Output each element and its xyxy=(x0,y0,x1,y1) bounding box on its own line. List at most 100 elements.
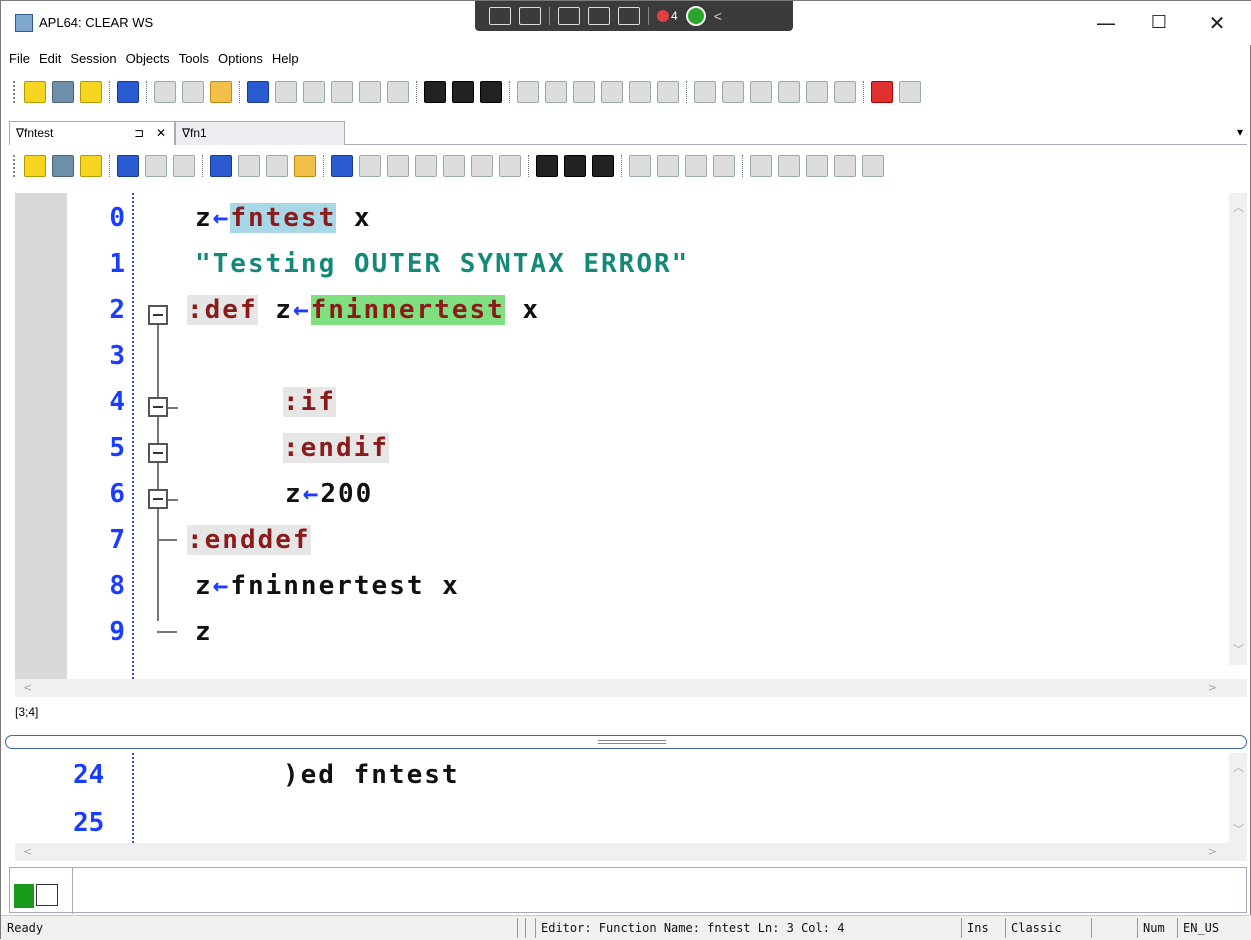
find-icon[interactable] xyxy=(536,155,558,177)
toolbar-grip[interactable] xyxy=(13,81,17,103)
save-icon[interactable] xyxy=(117,155,139,177)
sort-local-icon[interactable] xyxy=(713,155,735,177)
print-icon[interactable] xyxy=(117,81,139,103)
step-bottom-icon[interactable] xyxy=(722,81,744,103)
scroll-right-icon[interactable]: > xyxy=(1208,845,1217,858)
code-line-8[interactable]: z←fninnertest x xyxy=(195,563,460,609)
toolbar-grip[interactable] xyxy=(13,155,17,177)
close-tab-icon[interactable]: ✕ xyxy=(156,126,166,140)
undo-icon[interactable] xyxy=(247,81,269,103)
toggle-current-icon[interactable] xyxy=(545,81,567,103)
filter-icon[interactable] xyxy=(154,81,176,103)
paste-icon[interactable] xyxy=(359,81,381,103)
no-omega-icon[interactable] xyxy=(657,155,679,177)
fold-toggle-icon[interactable] xyxy=(148,489,168,509)
close-editor-icon[interactable] xyxy=(173,155,195,177)
undo-icon[interactable] xyxy=(331,155,353,177)
code-line-6[interactable]: z←200 xyxy=(285,471,373,517)
collapse-all-icon[interactable] xyxy=(806,155,828,177)
new-class-icon[interactable] xyxy=(52,155,74,177)
document-icon[interactable] xyxy=(266,155,288,177)
play-icon[interactable] xyxy=(899,81,921,103)
cut-icon[interactable] xyxy=(303,81,325,103)
new-namespace-icon[interactable] xyxy=(80,81,102,103)
step-down-icon[interactable] xyxy=(806,81,828,103)
enter-icon[interactable] xyxy=(14,884,34,908)
session-horizontal-scrollbar[interactable]: < > xyxy=(15,843,1247,861)
document-icon[interactable] xyxy=(182,81,204,103)
tab-fntest[interactable]: ∇fntest ⊐ ✕ xyxy=(9,121,175,145)
freeform-icon[interactable] xyxy=(558,7,580,25)
close-button[interactable]: ✕ xyxy=(1197,9,1237,37)
open-folder-icon[interactable] xyxy=(210,81,232,103)
collapse-current-icon[interactable] xyxy=(834,155,856,177)
redo-icon[interactable] xyxy=(359,155,381,177)
scroll-down-icon[interactable]: ﹀ xyxy=(1233,641,1244,657)
scroll-left-icon[interactable]: < xyxy=(23,845,32,858)
paste-icon[interactable] xyxy=(443,155,465,177)
fold-toggle-icon[interactable] xyxy=(148,443,168,463)
code-line-7[interactable]: :enddef xyxy=(187,517,311,563)
step-into-icon[interactable] xyxy=(750,81,772,103)
fullscreen-capture-icon[interactable] xyxy=(618,7,640,25)
status-insert-mode[interactable]: Ins xyxy=(967,921,989,935)
step-top-icon[interactable] xyxy=(694,81,716,103)
code-line-9[interactable]: z xyxy=(195,609,213,655)
toggle-current-icon[interactable] xyxy=(778,155,800,177)
step-up-icon[interactable] xyxy=(834,81,856,103)
menu-file[interactable]: File xyxy=(9,51,30,73)
editor-vertical-scrollbar[interactable]: ︿ ﹀ xyxy=(1229,193,1247,665)
expand-all-icon[interactable] xyxy=(862,155,884,177)
breakpoint-gutter[interactable] xyxy=(15,193,67,683)
collapse-arrow-icon[interactable]: < xyxy=(714,8,722,24)
fold-toggle-icon[interactable] xyxy=(148,305,168,325)
open-folder-icon[interactable] xyxy=(294,155,316,177)
record-badge[interactable]: 4 xyxy=(657,9,678,23)
maximize-button[interactable]: ☐ xyxy=(1139,9,1179,37)
save-as-icon[interactable] xyxy=(145,155,167,177)
spellcheck-icon[interactable] xyxy=(471,155,493,177)
find-next-icon[interactable] xyxy=(564,155,586,177)
select-all-icon[interactable] xyxy=(387,81,409,103)
find-next-icon[interactable] xyxy=(452,81,474,103)
find-previous-icon[interactable] xyxy=(480,81,502,103)
menu-session[interactable]: Session xyxy=(70,51,116,73)
fold-toggle-icon[interactable] xyxy=(148,397,168,417)
expand-current-icon[interactable] xyxy=(657,81,679,103)
scroll-up-icon[interactable]: ︿ xyxy=(1233,199,1244,215)
new-class-icon[interactable] xyxy=(52,81,74,103)
status-keyboard[interactable]: Classic xyxy=(1011,921,1062,935)
cut-icon[interactable] xyxy=(387,155,409,177)
copy-icon[interactable] xyxy=(331,81,353,103)
session-line[interactable]: )ed fntest xyxy=(283,755,460,795)
expand-input-icon[interactable] xyxy=(36,884,58,906)
step-out-icon[interactable] xyxy=(778,81,800,103)
window-capture-icon[interactable] xyxy=(588,7,610,25)
command-input-bar[interactable] xyxy=(9,867,1247,914)
session-vertical-scrollbar[interactable]: ︿ ﹀ xyxy=(1229,753,1247,843)
code-line-5[interactable]: :endif xyxy=(283,425,389,471)
tab-fn1[interactable]: ∇fn1 xyxy=(175,121,345,145)
pane-splitter[interactable] xyxy=(5,735,1247,749)
collapse-current-icon[interactable] xyxy=(601,81,623,103)
toggle-all-icon[interactable] xyxy=(750,155,772,177)
menu-objects[interactable]: Objects xyxy=(126,51,170,73)
pin-icon[interactable]: ⊐ xyxy=(134,126,144,140)
copy-icon[interactable] xyxy=(415,155,437,177)
code-line-0[interactable]: z←fntest x xyxy=(195,195,372,241)
check-icon[interactable] xyxy=(685,6,706,26)
splitter-grip[interactable] xyxy=(598,740,666,744)
omega-icon[interactable] xyxy=(629,155,651,177)
expand-all-icon[interactable] xyxy=(629,81,651,103)
menu-edit[interactable]: Edit xyxy=(39,51,61,73)
menu-tools[interactable]: Tools xyxy=(179,51,209,73)
filter-icon[interactable] xyxy=(238,155,260,177)
video-icon[interactable] xyxy=(519,7,541,25)
new-function-icon[interactable] xyxy=(24,155,46,177)
editor-horizontal-scrollbar[interactable]: < > xyxy=(15,679,1247,697)
menu-help[interactable]: Help xyxy=(272,51,299,73)
toggle-all-icon[interactable] xyxy=(517,81,539,103)
select-all-icon[interactable] xyxy=(499,155,521,177)
code-editor[interactable]: 0 1 2 3 4 5 6 7 8 9 z←fntest x "Testing … xyxy=(15,193,1247,697)
find-previous-icon[interactable] xyxy=(592,155,614,177)
